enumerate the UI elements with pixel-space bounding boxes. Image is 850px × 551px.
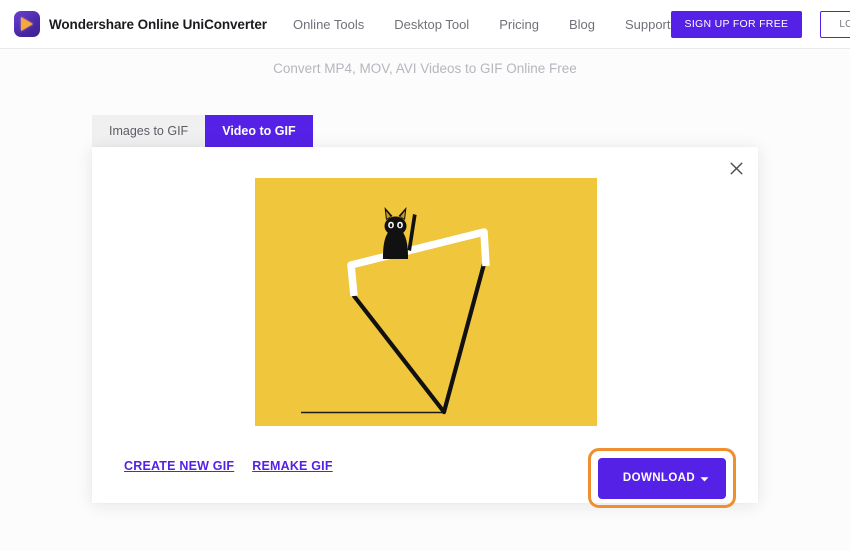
page-root: Wondershare Online UniConverter Online T… <box>0 0 850 551</box>
brand-name: Wondershare Online UniConverter <box>49 16 267 32</box>
chevron-down-icon[interactable] <box>700 471 709 486</box>
result-card: CREATE NEW GIF REMAKE GIF DOWNLOAD <box>92 147 758 508</box>
gif-preview[interactable] <box>255 178 597 426</box>
header-actions: SIGN UP FOR FREE LOG IN <box>670 10 850 38</box>
page-subtitle: Convert MP4, MOV, AVI Videos to GIF Onli… <box>273 61 577 76</box>
remake-gif-link[interactable]: REMAKE GIF <box>252 459 332 473</box>
main-nav: Online Tools Desktop Tool Pricing Blog S… <box>293 17 671 32</box>
nav-item-desktop-tool[interactable]: Desktop Tool <box>394 17 469 32</box>
nav-item-support[interactable]: Support <box>625 17 671 32</box>
sign-up-button[interactable]: SIGN UP FOR FREE <box>670 10 803 38</box>
secondary-actions: CREATE NEW GIF REMAKE GIF <box>124 459 333 473</box>
download-button-label: DOWNLOAD <box>622 472 696 484</box>
download-highlight-ring: DOWNLOAD <box>588 448 736 508</box>
site-header: Wondershare Online UniConverter Online T… <box>0 0 850 49</box>
close-icon[interactable] <box>724 156 748 180</box>
create-new-gif-link[interactable]: CREATE NEW GIF <box>124 459 234 473</box>
nav-item-online-tools[interactable]: Online Tools <box>293 17 364 32</box>
wondershare-play-logo-icon <box>14 11 40 37</box>
tab-images-to-gif[interactable]: Images to GIF <box>92 115 206 147</box>
nav-item-blog[interactable]: Blog <box>569 17 595 32</box>
converter-tabs: Images to GIF Video to GIF <box>92 115 313 147</box>
card-actions: CREATE NEW GIF REMAKE GIF DOWNLOAD <box>92 447 758 508</box>
nav-item-pricing[interactable]: Pricing <box>499 17 539 32</box>
log-in-button[interactable]: LOG IN <box>820 10 850 38</box>
tab-video-to-gif[interactable]: Video to GIF <box>205 115 313 147</box>
download-button[interactable]: DOWNLOAD <box>598 457 726 499</box>
brand[interactable]: Wondershare Online UniConverter <box>14 11 267 37</box>
gif-preview-image <box>255 178 597 426</box>
